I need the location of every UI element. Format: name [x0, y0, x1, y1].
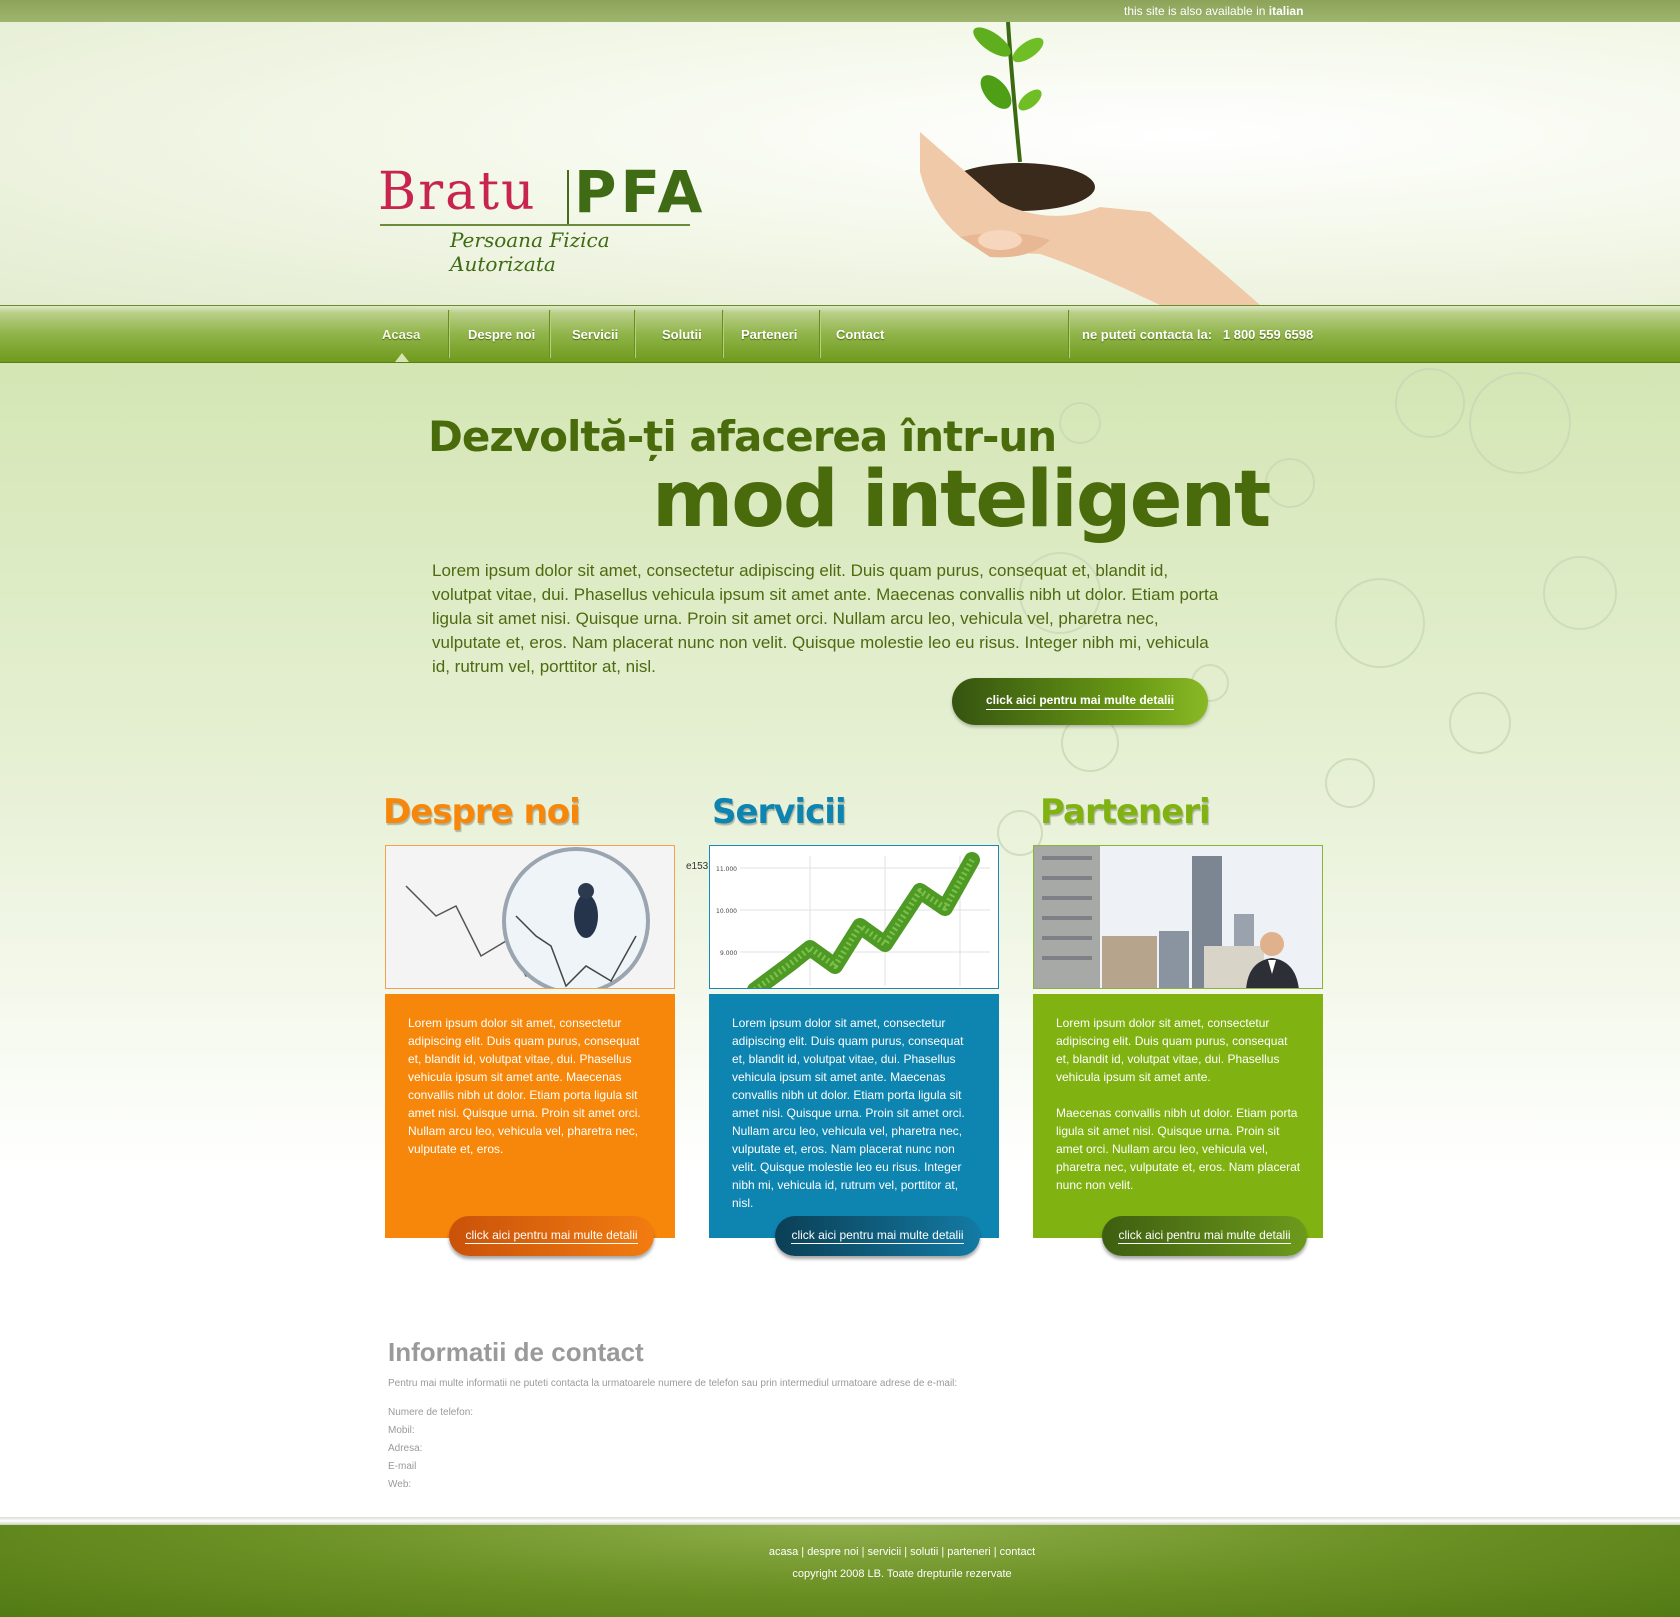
chart-tick-middle: 10.000 [716, 908, 737, 915]
parteneri-paragraph-1: Lorem ipsum dolor sit amet, consectetur … [1056, 1016, 1288, 1084]
logo-suffix: PFA [574, 158, 707, 226]
magnifier-chart-illustration [386, 846, 674, 988]
servicii-text-box: Lorem ipsum dolor sit amet, consectetur … [709, 994, 999, 1238]
contact-field-phone: Numere de telefon: [388, 1407, 474, 1418]
footer-link-servicii[interactable]: servicii [868, 1546, 902, 1558]
language-notice-text: this site is also available in [1124, 4, 1266, 18]
main-nav: Acasa Despre noi Servicii Solutii Parten… [0, 305, 1680, 363]
stray-label: e153 [686, 861, 709, 872]
nav-contact-info: ne puteti contacta la: 1 800 559 6598 [1082, 306, 1313, 364]
nav-item-contact[interactable]: Contact [836, 306, 884, 364]
despre-noi-paragraph: Lorem ipsum dolor sit amet, consectetur … [408, 1016, 641, 1156]
nav-item-solutii[interactable]: Solutii [662, 306, 702, 364]
despre-noi-details-button[interactable]: click aici pentru mai multe detalii [449, 1216, 654, 1256]
despre-noi-text-box: Lorem ipsum dolor sit amet, consectetur … [385, 994, 675, 1238]
contact-field-email: E-mail [388, 1461, 417, 1472]
footer-links: acasa | despre noi | servicii | solutii … [768, 1546, 1036, 1558]
grass-growth-chart-illustration: 11.000 10.000 9.000 [710, 846, 998, 988]
column-title-servicii: Servicii [712, 792, 847, 832]
contact-intro-text: Pentru mai multe informatii ne puteti co… [388, 1378, 958, 1389]
header: Bratu PFA Persoana Fizica Autorizata [0, 22, 1680, 305]
parteneri-text-box: Lorem ipsum dolor sit amet, consectetur … [1033, 994, 1323, 1238]
footer: acasa | despre noi | servicii | solutii … [0, 1525, 1680, 1617]
nav-divider [819, 310, 820, 358]
footer-divider [0, 1517, 1680, 1525]
hero-details-button-label: click aici pentru mai multe detalii [985, 693, 1175, 710]
logo-underline [380, 224, 690, 226]
footer-link-despre-noi[interactable]: despre noi [807, 1546, 858, 1558]
parteneri-details-button[interactable]: click aici pentru mai multe detalii [1102, 1216, 1307, 1256]
contact-field-web: Web: [388, 1479, 412, 1490]
nav-divider [549, 310, 550, 358]
nav-contact-label: ne puteti contacta la: [1082, 327, 1213, 342]
language-notice: this site is also available in italian [1124, 4, 1303, 18]
chart-tick-bottom: 9.000 [720, 950, 737, 957]
footer-link-acasa[interactable]: acasa [769, 1546, 798, 1558]
hero-headline-line-2: mod inteligent [652, 455, 1271, 545]
servicii-image: 11.000 10.000 9.000 [709, 845, 999, 989]
servicii-details-button-label: click aici pentru mai multe detalii [791, 1228, 964, 1244]
nav-item-servicii[interactable]: Servicii [572, 306, 618, 364]
hero-headline-line-1: Dezvoltă-ți afacerea într-un [428, 412, 1057, 461]
parteneri-image [1033, 845, 1323, 989]
top-bar: this site is also available in italian [0, 0, 1680, 22]
contact-field-address: Adresa: [388, 1443, 423, 1454]
nav-divider [634, 310, 635, 358]
logo[interactable]: Bratu PFA Persoana Fizica Autorizata [378, 158, 702, 276]
active-indicator-icon [395, 353, 409, 362]
hand-with-plant-illustration [920, 22, 1260, 305]
nav-divider [448, 310, 449, 358]
nav-divider [722, 310, 723, 358]
city-businessman-illustration [1034, 846, 1322, 988]
despre-noi-details-button-label: click aici pentru mai multe detalii [465, 1228, 638, 1244]
column-title-despre-noi: Despre noi [383, 792, 581, 832]
logo-separator [567, 170, 569, 224]
despre-noi-image [385, 845, 675, 989]
language-link-italian[interactable]: italian [1269, 4, 1304, 18]
servicii-paragraph: Lorem ipsum dolor sit amet, consectetur … [732, 1016, 965, 1210]
hero-details-button[interactable]: click aici pentru mai multe detalii [952, 678, 1208, 725]
nav-divider [1068, 310, 1069, 358]
chart-tick-top: 11.000 [716, 866, 737, 873]
nav-contact-phone[interactable]: 1 800 559 6598 [1223, 327, 1313, 342]
contact-field-mobile: Mobil: [388, 1425, 415, 1436]
hero-paragraph: Lorem ipsum dolor sit amet, consectetur … [432, 561, 1219, 676]
nav-item-despre-noi[interactable]: Despre noi [468, 306, 535, 364]
column-title-parteneri: Parteneri [1040, 792, 1211, 832]
nav-item-parteneri[interactable]: Parteneri [741, 306, 797, 364]
servicii-details-button[interactable]: click aici pentru mai multe detalii [775, 1216, 980, 1256]
logo-tagline: Persoana Fizica Autorizata [450, 228, 610, 276]
footer-link-contact[interactable]: contact [1000, 1546, 1035, 1558]
parteneri-details-button-label: click aici pentru mai multe detalii [1118, 1228, 1291, 1244]
contact-section-title: Informatii de contact [388, 1337, 644, 1367]
logo-name: Bratu [378, 162, 537, 222]
parteneri-paragraph-2: Maecenas convallis nibh ut dolor. Etiam … [1056, 1106, 1301, 1192]
footer-link-solutii[interactable]: solutii [910, 1546, 938, 1558]
footer-link-parteneri[interactable]: parteneri [947, 1546, 990, 1558]
contact-fields: Numere de telefon: Mobil: Adresa: E-mail… [388, 1404, 473, 1494]
footer-copyright: copyright 2008 LB. Toate drepturile reze… [792, 1568, 1012, 1580]
